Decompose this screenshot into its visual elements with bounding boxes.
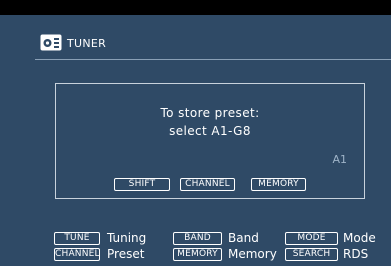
band-label: Band [228, 231, 259, 245]
footer-legend: TUNE Tuning BAND Band MODE Mode CHANNEL … [0, 224, 391, 266]
preset-label: Preset [107, 247, 145, 261]
dialog-range: select A1-G8 [169, 124, 251, 138]
preset-store-dialog: To store preset: select A1-G8 A1 SHIFT C… [55, 83, 365, 199]
tune-key[interactable]: TUNE [54, 232, 100, 245]
memory-key[interactable]: MEMORY [251, 178, 306, 191]
dialog-instruction: To store preset: [160, 106, 260, 120]
shift-key[interactable]: SHIFT [114, 178, 170, 191]
channel-key[interactable]: CHANNEL [180, 178, 235, 191]
search-key[interactable]: SEARCH [285, 248, 338, 261]
band-key[interactable]: BAND [173, 232, 222, 245]
memory-label: Memory [228, 247, 277, 261]
top-black-strip [0, 0, 391, 15]
mode-key[interactable]: MODE [285, 232, 338, 245]
current-preset-value: A1 [332, 153, 347, 166]
memory-footer-key[interactable]: MEMORY [173, 248, 222, 261]
header-divider [35, 59, 391, 60]
footer-row: CHANNEL Preset MEMORY Memory SEARCH RDS [0, 247, 391, 263]
tune-label: Tuning [107, 231, 147, 245]
header-title: TUNER [67, 37, 107, 50]
mode-label: Mode [343, 231, 376, 245]
footer-row: TUNE Tuning BAND Band MODE Mode [0, 231, 391, 247]
channel-preset-key[interactable]: CHANNEL [54, 248, 100, 261]
rds-label: RDS [343, 247, 369, 261]
radio-icon [40, 34, 62, 51]
